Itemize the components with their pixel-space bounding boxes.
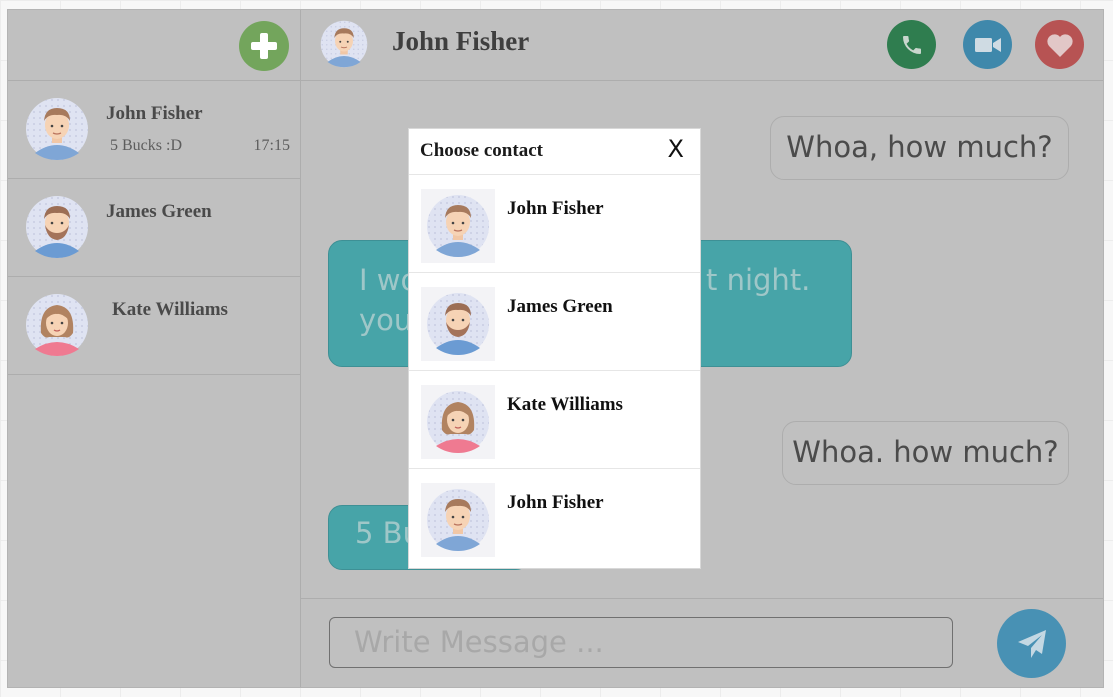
- message-bubble-outgoing: Whoa. how much?: [782, 421, 1069, 485]
- heart-icon: [1046, 33, 1073, 57]
- plus-icon: [251, 33, 277, 59]
- chat-header: John Fisher: [301, 10, 1103, 81]
- message-text: Whoa, how much?: [786, 130, 1053, 164]
- add-contact-button[interactable]: [239, 21, 289, 71]
- last-message-time: 17:15: [253, 137, 290, 154]
- bearded-man-avatar: [421, 287, 495, 361]
- dialog-contact-kate-williams[interactable]: Kate Williams: [409, 371, 700, 469]
- chat-title: John Fisher: [392, 26, 530, 56]
- contact-name: Kate Williams: [507, 394, 623, 415]
- dialog-contact-john-fisher[interactable]: John Fisher: [409, 175, 700, 273]
- man-avatar: [421, 189, 495, 263]
- contact-name: John Fisher: [507, 198, 604, 219]
- video-camera-icon: [974, 37, 1001, 52]
- man-avatar: [25, 97, 89, 161]
- choose-contact-dialog: Choose contact X John Fisher James Green…: [408, 128, 701, 569]
- contact-name: James Green: [106, 201, 212, 222]
- last-message-preview: 5 Bucks :D: [110, 137, 182, 154]
- sidebar-contact-john-fisher[interactable]: John Fisher 5 Bucks :D 17:15: [8, 81, 300, 179]
- message-text: Whoa. how much?: [792, 435, 1059, 469]
- woman-avatar: [25, 293, 89, 357]
- send-button[interactable]: [997, 609, 1066, 678]
- contacts-sidebar: John Fisher 5 Bucks :D 17:15 James Green…: [8, 10, 301, 687]
- dialog-contact-john-fisher-2[interactable]: John Fisher: [409, 469, 700, 566]
- phone-icon: [902, 35, 921, 54]
- message-text: you: [359, 303, 413, 337]
- bearded-man-avatar: [25, 195, 89, 259]
- dialog-title: Choose contact: [420, 140, 543, 161]
- man-avatar: [421, 483, 495, 557]
- paper-plane-icon: [1017, 629, 1046, 658]
- message-composer: Write Message ...: [301, 598, 1103, 687]
- contact-name: Kate Williams: [112, 299, 228, 320]
- woman-avatar: [421, 385, 495, 459]
- video-call-button[interactable]: [963, 20, 1012, 69]
- man-avatar: [320, 20, 368, 68]
- sidebar-header: [8, 10, 300, 81]
- message-text: t night.: [706, 263, 811, 297]
- dialog-header: Choose contact X: [409, 129, 700, 175]
- sidebar-contact-kate-williams[interactable]: Kate Williams: [8, 277, 300, 375]
- close-button[interactable]: X: [668, 135, 684, 163]
- call-button[interactable]: [887, 20, 936, 69]
- message-bubble-outgoing: Whoa, how much?: [770, 116, 1069, 180]
- contact-name: James Green: [507, 296, 613, 317]
- contact-name: John Fisher: [507, 492, 604, 513]
- dialog-contact-james-green[interactable]: James Green: [409, 273, 700, 371]
- contact-name: John Fisher: [106, 103, 203, 124]
- favorite-button[interactable]: [1035, 20, 1084, 69]
- message-input[interactable]: Write Message ...: [329, 617, 953, 668]
- sidebar-contact-james-green[interactable]: James Green: [8, 179, 300, 277]
